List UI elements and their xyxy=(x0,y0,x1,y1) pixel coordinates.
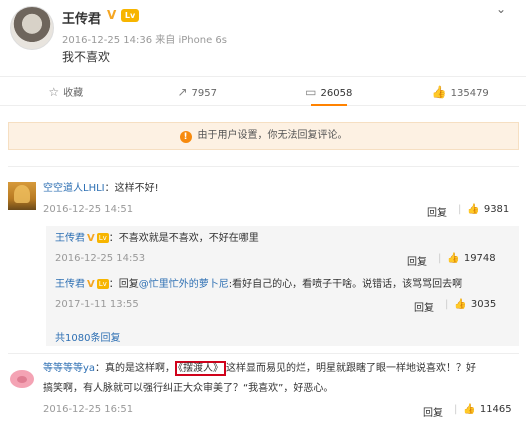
star-icon: ☆ xyxy=(48,85,60,99)
verified-icon: V xyxy=(87,233,95,244)
reply-time: 2017-1-11 13:55 xyxy=(55,299,139,310)
reply-like-count: 19748 xyxy=(463,253,496,264)
level-badge-icon: Lv xyxy=(96,279,109,289)
reply-button[interactable]: 回复 xyxy=(427,204,447,219)
comment-like-button[interactable]: | 👍 11465 xyxy=(448,404,512,415)
comment-body: 等等等等ya：真的是这样啊， 《摆渡人》 这样显而易见的烂，明星就跟瞎了眼一样地说喜… xyxy=(43,361,521,377)
comment-icon: ▭ xyxy=(305,85,317,99)
like-count: 135479 xyxy=(450,88,489,99)
reply-text: ：不喜欢就是不喜欢，不好在哪里 xyxy=(108,233,259,244)
notice-text: 由于用户设置，你无法回复评论。 xyxy=(197,130,348,141)
level-badge-icon: Lv xyxy=(121,9,139,22)
commenter-name[interactable]: 空空道人LHLI xyxy=(43,183,105,194)
reply-button[interactable]: 回复 xyxy=(423,404,443,419)
like-icon: 👍 xyxy=(467,204,480,215)
like-icon: 👍 xyxy=(463,404,476,415)
more-replies-link[interactable]: 共1080条回复 xyxy=(55,329,120,344)
reply-like-button[interactable]: | 👍 19748 xyxy=(432,253,496,264)
reply-button[interactable]: 回复 xyxy=(414,299,434,314)
reply-time: 2016-12-25 14:53 xyxy=(55,253,146,264)
divider xyxy=(8,353,519,354)
comment-body: 空空道人LHLI：这样不好! xyxy=(43,181,159,197)
reply-author-name[interactable]: 王传君 xyxy=(55,279,85,290)
repost-icon: ↗ xyxy=(177,85,188,99)
reply-like-count: 3035 xyxy=(470,299,497,310)
repost-count: 7957 xyxy=(191,88,217,99)
highlighted-title: 《摆渡人》 xyxy=(175,361,227,376)
comment-time: 2016-12-25 16:51 xyxy=(43,404,134,415)
weibo-post: 王传君 V Lv 2016-12-25 14:36 来自 iPhone 6s 我… xyxy=(0,0,526,76)
post-meta: 2016-12-25 14:36 来自 iPhone 6s xyxy=(62,35,227,46)
reply-disabled-notice: ! 由于用户设置，你无法回复评论。 xyxy=(8,122,519,150)
like-icon: 👍 xyxy=(431,85,447,99)
commenter-avatar[interactable] xyxy=(8,182,36,210)
comment-time: 2016-12-25 14:51 xyxy=(43,204,134,215)
reply-author-name[interactable]: 王传君 xyxy=(55,233,85,244)
comment-text: ：这样不好! xyxy=(104,183,159,194)
like-button[interactable]: 👍 135479 xyxy=(395,77,526,105)
comment-like-count: 11465 xyxy=(479,404,512,415)
verified-icon: V xyxy=(107,8,117,22)
verified-icon: V xyxy=(87,279,95,290)
commenter-avatar[interactable] xyxy=(8,364,36,392)
warning-icon: ! xyxy=(179,131,192,143)
comment-like-button[interactable]: | 👍 9381 xyxy=(452,204,509,215)
reply-text: :看好自己的心，看喷子干啥。说错话，该骂骂回去啊 xyxy=(228,279,463,290)
favorite-label: 收藏 xyxy=(63,88,84,99)
mention-link[interactable]: @忙里忙外的萝卜尼 xyxy=(139,279,229,290)
reply-prefix: ：回复 xyxy=(108,279,139,290)
post-action-bar: ☆ 收藏 ↗ 7957 ▭ 26058 👍 135479 xyxy=(0,76,526,106)
author-name[interactable]: 王传君 xyxy=(62,8,101,27)
repost-button[interactable]: ↗ 7957 xyxy=(132,77,264,105)
reply-button[interactable]: 回复 xyxy=(407,253,427,268)
reply-like-button[interactable]: | 👍 3035 xyxy=(439,299,496,310)
divider xyxy=(8,166,519,167)
author-avatar[interactable] xyxy=(10,6,54,50)
reply-body: 王传君 V Lv ：不喜欢就是不喜欢，不好在哪里 xyxy=(55,231,259,247)
reply-body: 王传君 V Lv ：回复@忙里忙外的萝卜尼:看好自己的心，看喷子干啥。说错话，该骂骂回… xyxy=(55,277,462,293)
like-icon: 👍 xyxy=(447,253,460,264)
comment-button[interactable]: ▭ 26058 xyxy=(263,77,395,106)
comment-text-line2: 搞笑啊，有人脉就可以强行纠正大众审美了？“我喜欢”，好恶心。 xyxy=(43,383,334,394)
commenter-name[interactable]: 等等等等ya xyxy=(43,363,95,374)
chevron-down-icon[interactable]: ⌄ xyxy=(496,2,510,16)
favorite-button[interactable]: ☆ 收藏 xyxy=(0,77,132,105)
comment-like-count: 9381 xyxy=(483,204,510,215)
post-text: 我不喜欢 xyxy=(62,50,111,64)
like-icon: 👍 xyxy=(454,299,467,310)
comment-text: ：真的是这样啊， xyxy=(95,363,176,374)
comment-text: 这样显而易见的烂，明星就跟瞎了眼一样地说喜欢！？好 xyxy=(226,363,477,374)
level-badge-icon: Lv xyxy=(96,233,109,243)
comment-count: 26058 xyxy=(320,88,353,99)
